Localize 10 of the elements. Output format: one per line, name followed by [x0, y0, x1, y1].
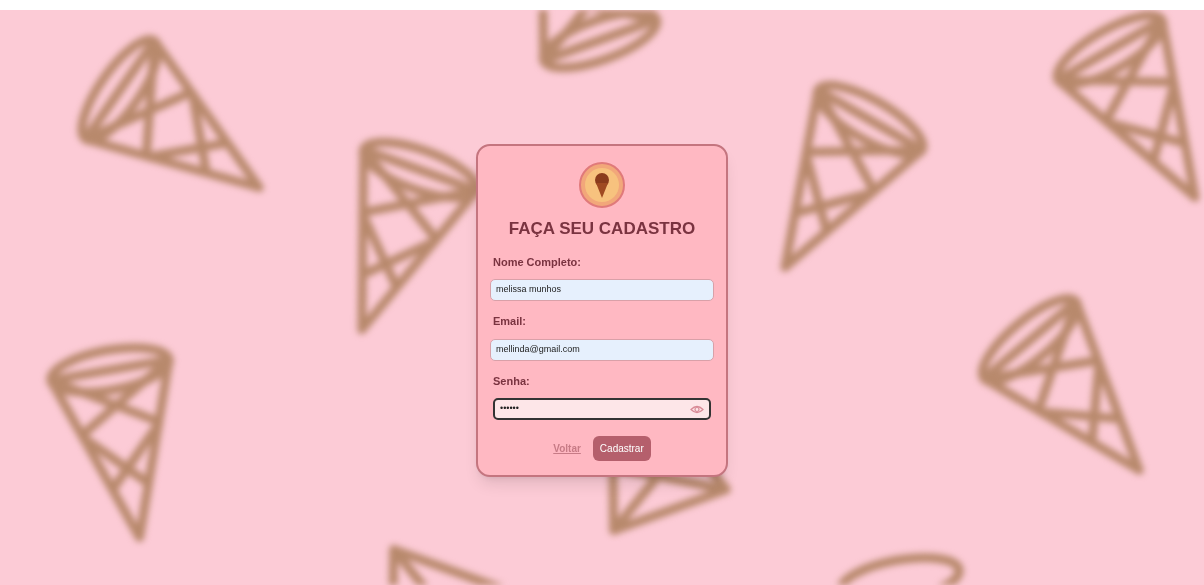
input-field[interactable]: mellinda@gmail.com: [490, 338, 714, 361]
eye-icon[interactable]: [690, 404, 704, 414]
field-label: Nome Completo:: [493, 254, 582, 270]
field-label: Senha:: [493, 373, 531, 389]
input-field[interactable]: melissa munhos: [490, 279, 714, 301]
form-title: FAÇA SEU CADASTRO: [507, 218, 697, 240]
ice-cream-logo-icon: [579, 162, 625, 208]
password-field[interactable]: ••••••: [493, 398, 711, 420]
submit-button[interactable]: Cadastrar: [592, 436, 651, 461]
field-label: Email:: [493, 314, 527, 329]
